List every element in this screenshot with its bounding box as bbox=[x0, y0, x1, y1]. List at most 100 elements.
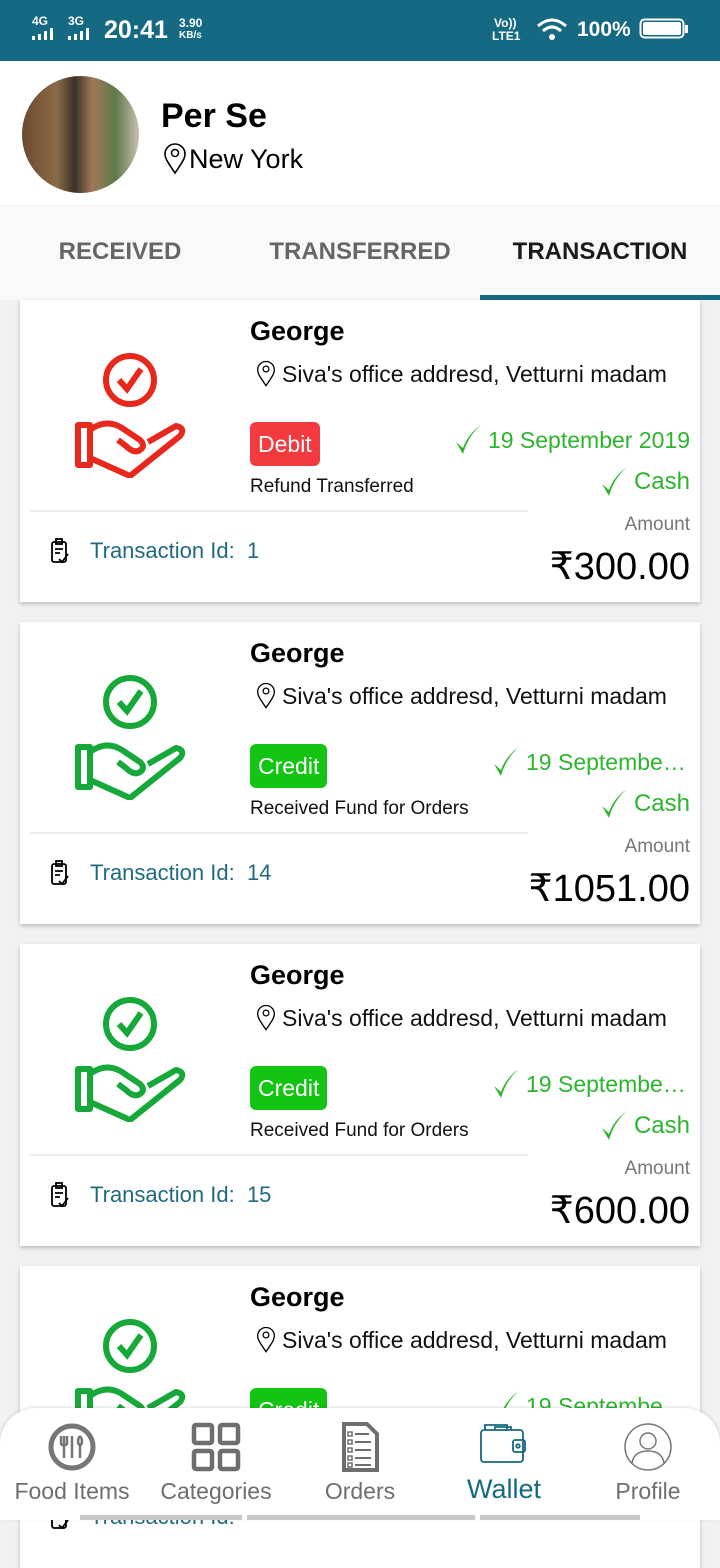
customer-address: Siva's office addresd, Vetturni madam bbox=[256, 682, 667, 710]
transaction-id-value: 14 bbox=[246, 860, 272, 885]
transaction-id: Transaction Id: 15 bbox=[50, 1182, 271, 1208]
credit-hand-icon bbox=[70, 992, 190, 1123]
customer-name: George bbox=[250, 638, 345, 668]
volte: Vo)) bbox=[494, 16, 517, 30]
restaurant-location: New York bbox=[163, 143, 303, 175]
amount-value: ₹300.00 bbox=[549, 546, 690, 588]
address-text: Siva's office addresd, Vetturni madam bbox=[282, 682, 667, 709]
restaurant-avatar bbox=[22, 76, 139, 193]
gesture-bar bbox=[480, 1515, 640, 1520]
transaction-date: 19 September 2019 bbox=[454, 424, 690, 456]
battery-percent: 100% bbox=[577, 18, 631, 41]
nav-orders[interactable]: Orders bbox=[288, 1408, 432, 1520]
location-pin-icon bbox=[256, 1326, 276, 1353]
customer-address: Siva's office addresd, Vetturni madam bbox=[256, 360, 667, 388]
nav-label: Wallet bbox=[466, 1474, 541, 1504]
customer-address: Siva's office addresd, Vetturni madam bbox=[256, 1004, 667, 1032]
address-text: Siva's office addresd, Vetturni madam bbox=[282, 360, 667, 387]
net-speed-unit: KB/s bbox=[179, 30, 202, 41]
transaction-description: Received Fund for Orders bbox=[250, 798, 469, 819]
transaction-card[interactable]: George Siva's office addresd, Vetturni ma… bbox=[20, 944, 700, 1246]
payment-text: Cash bbox=[633, 790, 690, 817]
transaction-card[interactable]: George Siva's office addresd, Vetturni ma… bbox=[20, 622, 700, 924]
customer-name: George bbox=[250, 316, 345, 346]
payment-text: Cash bbox=[633, 468, 690, 495]
location-pin-icon bbox=[164, 143, 186, 175]
nav-food-items[interactable]: Food Items bbox=[0, 1408, 144, 1520]
nav-label: Categories bbox=[160, 1478, 272, 1504]
transaction-id: Transaction Id: 1 bbox=[50, 538, 259, 564]
amount-value: ₹600.00 bbox=[549, 1190, 690, 1232]
transaction-id-value: 1 bbox=[246, 538, 260, 563]
location-text: New York bbox=[189, 143, 304, 174]
nav-label: Food Items bbox=[14, 1478, 130, 1504]
clock: 20:41 bbox=[104, 16, 168, 44]
customer-address: Siva's office addresd, Vetturni madam bbox=[256, 1326, 667, 1354]
customer-name: George bbox=[250, 960, 345, 990]
nav-label: Profile bbox=[615, 1478, 681, 1504]
wallet-icon bbox=[480, 1424, 526, 1463]
nav-profile[interactable]: Profile bbox=[576, 1408, 720, 1520]
transaction-type-badge: Credit bbox=[250, 744, 328, 788]
tab-transferred[interactable]: TRANSFERRED bbox=[240, 238, 480, 266]
transaction-date: 19 September 2019 bbox=[492, 746, 690, 778]
transaction-description: Received Fund for Orders bbox=[250, 1120, 469, 1141]
clipboard-check-icon bbox=[51, 860, 69, 886]
signal-icon bbox=[32, 28, 89, 40]
payment-method: Cash bbox=[600, 466, 690, 498]
transaction-id-value: 15 bbox=[246, 1182, 272, 1207]
transaction-date: 19 September 2019 bbox=[492, 1068, 690, 1100]
date-text: 19 September 2019 bbox=[526, 748, 690, 775]
customer-name: George bbox=[250, 1282, 345, 1312]
credit-hand-icon bbox=[70, 670, 190, 801]
transaction-type-badge: Debit bbox=[250, 422, 320, 466]
tab-bar: RECEIVED TRANSFERRED TRANSACTION bbox=[0, 204, 720, 300]
payment-method: Cash bbox=[600, 1110, 690, 1142]
payment-text: Cash bbox=[633, 1112, 690, 1139]
clipboard-check-icon bbox=[51, 538, 69, 564]
divider bbox=[30, 510, 528, 512]
status-bar: 4G 3G 20:41 3.90 KB/s Vo)) LTE1 100% bbox=[0, 0, 720, 61]
restaurant-header: Per Se New York bbox=[0, 61, 720, 204]
amount-label: Amount bbox=[624, 1158, 690, 1179]
network-4g: 4G bbox=[32, 14, 49, 28]
location-pin-icon bbox=[256, 1004, 276, 1031]
gesture-bar bbox=[247, 1515, 475, 1520]
nav-wallet[interactable]: Wallet bbox=[432, 1408, 576, 1520]
check-icon bbox=[494, 747, 519, 776]
lte: LTE1 bbox=[492, 29, 521, 43]
battery-icon bbox=[639, 18, 688, 39]
amount-label: Amount bbox=[624, 836, 690, 857]
check-icon bbox=[494, 1069, 519, 1098]
transaction-id-label: Transaction Id: bbox=[90, 860, 235, 885]
check-icon bbox=[455, 425, 481, 454]
nav-label: Orders bbox=[324, 1478, 396, 1504]
transaction-type-badge: Credit bbox=[250, 1066, 328, 1110]
tab-received[interactable]: RECEIVED bbox=[0, 238, 240, 266]
location-pin-icon bbox=[256, 360, 276, 387]
transaction-id: Transaction Id: 14 bbox=[50, 860, 271, 886]
date-text: 19 September 2019 bbox=[487, 426, 690, 453]
divider bbox=[30, 832, 528, 834]
check-icon bbox=[601, 1111, 627, 1140]
nav-categories[interactable]: Categories bbox=[144, 1408, 288, 1520]
address-text: Siva's office addresd, Vetturni madam bbox=[282, 1326, 667, 1353]
amount-value: ₹1051.00 bbox=[528, 868, 690, 910]
check-icon bbox=[601, 467, 627, 496]
address-text: Siva's office addresd, Vetturni madam bbox=[282, 1004, 667, 1031]
network-3g: 3G bbox=[68, 14, 85, 28]
divider bbox=[30, 1154, 528, 1156]
transaction-card[interactable]: George Siva's office addresd, Vetturni ma… bbox=[20, 300, 700, 602]
transaction-id-label: Transaction Id: bbox=[90, 1182, 235, 1207]
profile-icon bbox=[624, 1423, 672, 1471]
amount-label: Amount bbox=[624, 514, 690, 535]
check-icon bbox=[601, 789, 627, 818]
gesture-bar bbox=[80, 1515, 242, 1520]
location-pin-icon bbox=[256, 682, 276, 709]
orders-list-icon bbox=[342, 1422, 379, 1472]
food-plate-icon bbox=[48, 1423, 96, 1471]
transaction-description: Refund Transferred bbox=[250, 476, 414, 497]
tab-transaction[interactable]: TRANSACTION bbox=[480, 238, 720, 266]
debit-hand-icon bbox=[70, 348, 190, 479]
clipboard-check-icon bbox=[51, 1182, 69, 1208]
